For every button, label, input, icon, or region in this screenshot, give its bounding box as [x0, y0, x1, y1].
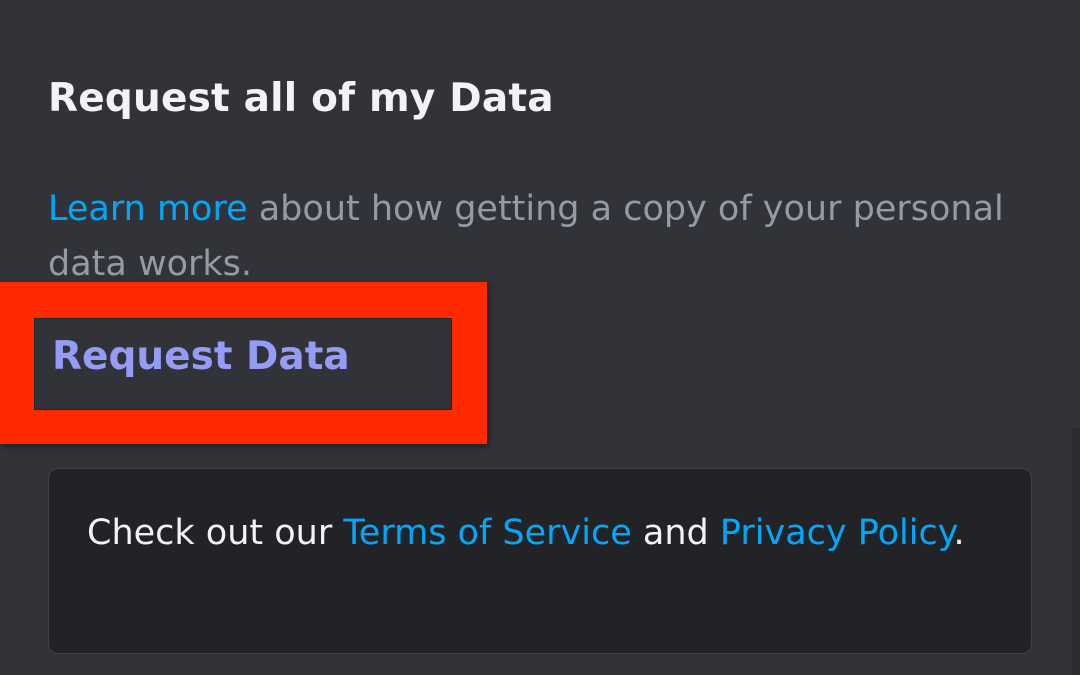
terms-of-service-link[interactable]: Terms of Service: [343, 513, 631, 553]
section-title: Request all of my Data: [48, 76, 554, 121]
learn-more-link[interactable]: Learn more: [48, 189, 248, 229]
scrollbar-track[interactable]: [1072, 428, 1080, 675]
request-data-button[interactable]: Request Data: [34, 318, 452, 410]
policy-middle-text: and: [631, 513, 720, 553]
data-request-description: Learn more about how getting a copy of y…: [48, 182, 1038, 292]
policy-suffix-text: .: [953, 513, 965, 553]
policy-info-card: Check out our Terms of Service and Priva…: [48, 468, 1032, 654]
policy-prefix-text: Check out our: [87, 513, 344, 553]
policy-info-text: Check out our Terms of Service and Priva…: [87, 505, 967, 561]
request-data-button-label: Request Data: [52, 334, 350, 379]
privacy-policy-link[interactable]: Privacy Policy: [720, 513, 954, 553]
